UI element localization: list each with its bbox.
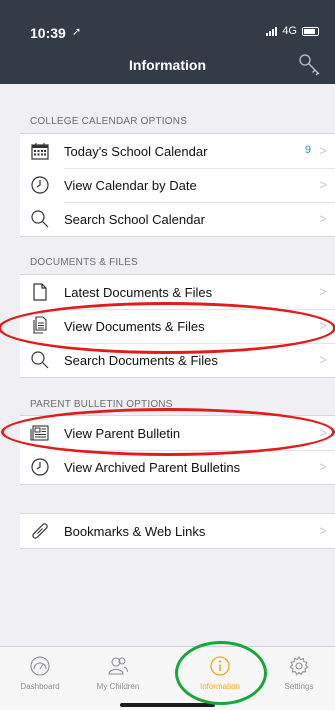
tab-my-children[interactable]: My Children — [83, 655, 153, 691]
chevron-right-icon: > — [319, 211, 327, 226]
document-icon — [33, 283, 47, 301]
row-label: Latest Documents & Files — [64, 285, 213, 300]
page-title: Information — [129, 57, 206, 73]
chevron-right-icon: > — [319, 143, 327, 158]
info-icon — [210, 656, 230, 676]
location-arrow-icon: ➚ — [72, 26, 82, 38]
today-school-calendar-row[interactable]: Today's School Calendar 9 > — [20, 134, 335, 168]
bulletin-group: View Parent Bulletin > View Archived Par… — [20, 415, 335, 485]
status-time: 10:39 — [30, 25, 66, 41]
tab-label: Information — [199, 682, 241, 691]
gear-icon — [289, 656, 309, 676]
clock-icon — [31, 458, 49, 476]
documents-stack-icon — [33, 316, 47, 334]
search-icon — [31, 351, 49, 369]
latest-documents-row[interactable]: Latest Documents & Files > — [20, 275, 335, 309]
section-label-calendar: COLLEGE CALENDAR OPTIONS — [30, 116, 188, 127]
row-label: Search Documents & Files — [64, 353, 218, 368]
chevron-right-icon: > — [319, 318, 327, 333]
row-label: View Calendar by Date — [64, 178, 197, 193]
nav-bar: Information — [0, 50, 335, 84]
count-badge: 9 — [304, 144, 311, 156]
tab-bar: Dashboard My Children Information Settin… — [0, 646, 335, 710]
tab-dashboard[interactable]: Dashboard — [5, 655, 75, 691]
tab-label: My Children — [96, 682, 140, 691]
tab-settings[interactable]: Settings — [264, 655, 334, 691]
chevron-right-icon: > — [319, 177, 327, 192]
status-bar: 10:39 ➚ 4G — [0, 0, 335, 50]
gauge-icon — [30, 656, 50, 676]
search-documents-row[interactable]: Search Documents & Files > — [20, 343, 335, 377]
calendar-options-group: Today's School Calendar 9 > View Calenda… — [20, 133, 335, 237]
clock-icon — [31, 176, 49, 194]
chevron-right-icon: > — [319, 284, 327, 299]
calendar-grid-icon — [31, 143, 49, 160]
status-indicators: 4G — [266, 25, 319, 37]
section-label-documents: DOCUMENTS & FILES — [30, 257, 138, 268]
home-indicator — [120, 703, 215, 707]
view-archived-bulletins-row[interactable]: View Archived Parent Bulletins > — [20, 450, 335, 484]
view-documents-row[interactable]: View Documents & Files > — [20, 309, 335, 343]
row-label: View Parent Bulletin — [64, 426, 181, 441]
tab-label: Settings — [284, 682, 314, 691]
row-label: View Archived Parent Bulletins — [64, 460, 241, 475]
tab-information[interactable]: Information — [185, 655, 255, 691]
row-label: View Documents & Files — [64, 319, 205, 334]
chevron-right-icon: > — [319, 459, 327, 474]
bookmarks-group: Bookmarks & Web Links > — [20, 513, 335, 549]
section-label-bulletin: PARENT BULLETIN OPTIONS — [30, 399, 173, 410]
row-label: Bookmarks & Web Links — [64, 524, 206, 539]
link-icon — [32, 523, 48, 539]
signal-icon — [266, 26, 278, 36]
newspaper-icon — [30, 425, 49, 441]
row-label: Search School Calendar — [64, 212, 205, 227]
network-type: 4G — [282, 25, 297, 37]
chevron-right-icon: > — [319, 425, 327, 440]
key-icon[interactable] — [297, 52, 323, 78]
search-school-calendar-row[interactable]: Search School Calendar > — [20, 202, 335, 236]
chevron-right-icon: > — [319, 352, 327, 367]
chevron-right-icon: > — [319, 523, 327, 538]
view-calendar-by-date-row[interactable]: View Calendar by Date > — [20, 168, 335, 202]
people-icon — [108, 657, 128, 675]
battery-icon — [302, 26, 319, 36]
view-parent-bulletin-row[interactable]: View Parent Bulletin > — [20, 416, 335, 450]
row-label: Today's School Calendar — [64, 144, 208, 159]
tab-label: Dashboard — [20, 682, 60, 691]
bookmarks-web-links-row[interactable]: Bookmarks & Web Links > — [20, 514, 335, 548]
search-icon — [31, 210, 49, 228]
documents-group: Latest Documents & Files > View Document… — [20, 274, 335, 378]
